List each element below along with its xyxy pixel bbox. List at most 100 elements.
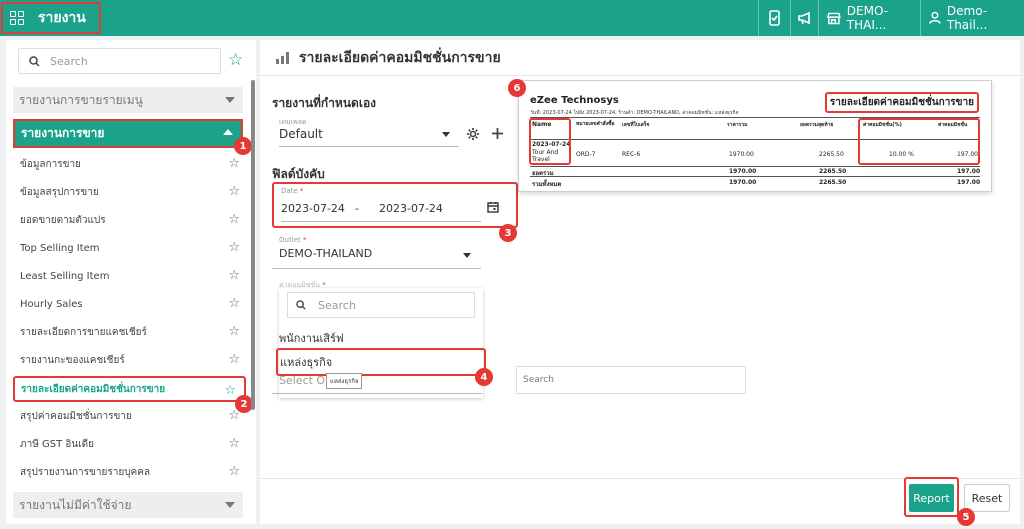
sidebar-item-cashier-sales[interactable]: รายละเอียดการขายแคชเชียร์ ☆ xyxy=(20,322,240,342)
sidebar-item-hourly-sales[interactable]: Hourly Sales ☆ xyxy=(20,294,240,314)
sidebar: Search ☆ รายงานการขายรายเมนู รายงานการขา… xyxy=(6,40,256,524)
sidebar-item-label: สรุปค่าคอมมิชชั่นการขาย xyxy=(20,410,132,422)
bar-chart-icon xyxy=(276,51,289,64)
page-title: รายงาน xyxy=(38,10,86,26)
preview-header: ราคารวม xyxy=(727,122,748,128)
outlet-select[interactable]: DEMO-THAILAND xyxy=(279,247,372,260)
sidebar-item-individual-sales[interactable]: สรุปรายงานการขายรายบุคคล ☆ xyxy=(20,462,240,482)
star-icon[interactable]: ☆ xyxy=(228,212,240,227)
sidebar-item-label: Hourly Sales xyxy=(20,298,83,310)
preview-cell: 2265.50 xyxy=(819,179,847,186)
mobile-button[interactable] xyxy=(758,0,790,36)
preview-title: รายละเอียดค่าคอมมิชชั่นการขาย xyxy=(824,92,979,113)
chevron-down-icon xyxy=(225,502,235,508)
favorite-star-icon[interactable]: ☆ xyxy=(228,50,243,70)
commission-dropdown: Search พนักงานเสิร์ฟ แหล่งธุรกิจ Select … xyxy=(276,288,486,398)
star-icon[interactable]: ☆ xyxy=(228,156,240,171)
preview-cell: 1970.00 xyxy=(729,179,757,186)
sidebar-item-commission-summary[interactable]: สรุปค่าคอมมิชชั่นการขาย ☆ xyxy=(20,406,240,426)
star-icon[interactable]: ☆ xyxy=(228,352,240,367)
dropdown-option-business-source[interactable]: แหล่งธุรกิจ xyxy=(276,348,486,376)
badge-1: 1 xyxy=(234,137,252,155)
preview-header: หมายเลขคำสั่งซื้อ xyxy=(576,121,615,127)
report-button[interactable]: Report xyxy=(909,484,954,512)
preview-cell: 197.00 xyxy=(957,168,981,175)
outlet-name: DEMO-THAI... xyxy=(846,4,889,32)
sidebar-item-label: รายละเอียดค่าคอมมิชชั่นการขาย xyxy=(21,383,166,395)
badge-5: 5 xyxy=(957,508,975,526)
star-icon[interactable]: ☆ xyxy=(228,184,240,199)
reset-button[interactable]: Reset xyxy=(964,484,1010,512)
star-icon[interactable]: ☆ xyxy=(228,324,240,339)
star-icon[interactable]: ☆ xyxy=(228,268,240,283)
dropdown-search-input[interactable]: Search xyxy=(287,292,475,318)
group-label: รายงานการขาย xyxy=(21,126,105,140)
sidebar-item-label: Least Selling Item xyxy=(20,270,110,282)
store-icon xyxy=(827,12,841,24)
chevron-down-icon xyxy=(442,132,450,137)
top-bar: รายงาน DEMO-THAI... Demo- Thail... xyxy=(0,0,1024,36)
group-menu-sales-report[interactable]: รายงานการขายรายเมนู xyxy=(13,87,243,113)
date-separator: - xyxy=(355,202,359,215)
star-icon[interactable]: ☆ xyxy=(228,240,240,255)
sidebar-item-label: Top Selling Item xyxy=(20,242,100,254)
search-icon xyxy=(29,55,40,67)
preview-cell: 2265.50 xyxy=(819,151,844,158)
sidebar-item-sales-by-variable[interactable]: ยอดขายตามตัวแปร ☆ xyxy=(20,210,240,230)
date-label: Date * xyxy=(281,187,304,195)
add-icon[interactable] xyxy=(491,127,504,140)
group-sales-report[interactable]: รายงานการขาย xyxy=(13,119,243,148)
sidebar-item-sales-data[interactable]: ข้อมูลการขาย ☆ xyxy=(20,154,240,174)
calendar-icon[interactable] xyxy=(487,201,499,213)
date-range-field[interactable]: Date * 2023-07-24 - 2023-07-24 xyxy=(272,182,518,228)
sidebar-item-top-selling[interactable]: Top Selling Item ☆ xyxy=(20,238,240,258)
group-label: รายงานการขายรายเมนู xyxy=(19,92,143,107)
sidebar-item-gst-india[interactable]: ภาษี GST อินเดีย ☆ xyxy=(20,434,240,454)
star-icon[interactable]: ☆ xyxy=(228,436,240,451)
sidebar-item-label: ข้อมูลการขาย xyxy=(20,158,81,170)
outlet-selector[interactable]: DEMO-THAI... xyxy=(818,0,920,36)
date-from[interactable]: 2023-07-24 xyxy=(281,202,345,215)
sidebar-search-input[interactable]: Search xyxy=(18,48,221,74)
sidebar-item-least-selling[interactable]: Least Selling Item ☆ xyxy=(20,266,240,286)
report-preview: eZee Technosys รายละเอียดค่าคอมมิชชั่นกา… xyxy=(518,80,992,192)
highlight-name-column xyxy=(529,118,571,165)
star-icon[interactable]: ☆ xyxy=(228,408,240,423)
grid-icon xyxy=(10,11,24,25)
app-menu-button[interactable]: รายงาน xyxy=(1,2,101,34)
sidebar-item-sales-summary[interactable]: ข้อมูลสรุปการขาย ☆ xyxy=(20,182,240,202)
announcement-button[interactable] xyxy=(790,0,818,36)
secondary-search-input[interactable]: Search xyxy=(516,366,746,394)
preview-cell: 1970.00 xyxy=(729,168,757,175)
main-header: รายละเอียดค่าคอมมิชชั่นการขาย xyxy=(260,40,1020,76)
highlight-commission-columns xyxy=(858,118,980,165)
star-icon[interactable]: ☆ xyxy=(224,383,236,398)
user-menu[interactable]: Demo- Thail... xyxy=(920,0,1024,36)
star-icon[interactable]: ☆ xyxy=(228,296,240,311)
sidebar-item-commission-detail[interactable]: รายละเอียดค่าคอมมิชชั่นการขาย ☆ xyxy=(13,376,246,402)
group-no-charge-report[interactable]: รายงานไม่มีค่าใช้จ่าย xyxy=(13,492,243,518)
mobile-icon xyxy=(769,10,780,26)
preview-header: เลขที่ใบเสร็จ xyxy=(622,122,650,128)
chevron-down-icon xyxy=(225,97,235,103)
group-label: รายงานไม่มีค่าใช้จ่าย xyxy=(19,497,132,512)
sidebar-item-label: รายละเอียดการขายแคชเชียร์ xyxy=(20,326,147,338)
gear-icon[interactable] xyxy=(466,127,480,141)
sidebar-item-cashier-shift[interactable]: รายงานกะของแคชเชียร์ ☆ xyxy=(20,350,240,370)
preview-header: ยอดรวมสุดท้าย xyxy=(800,122,834,128)
preview-cell: 197.00 xyxy=(957,179,981,186)
main-panel: รายละเอียดค่าคอมมิชชั่นการขาย รายงานที่ก… xyxy=(260,40,1020,526)
custom-report-heading: รายงานที่กำหนดเอง xyxy=(272,96,377,110)
dropdown-option-waiter[interactable]: พนักงานเสิร์ฟ xyxy=(279,326,483,350)
preview-grand-label: รวมทั้งหมด xyxy=(532,181,562,188)
preview-brand: eZee Technosys xyxy=(530,95,619,106)
report-title: รายละเอียดค่าคอมมิชชั่นการขาย xyxy=(299,49,501,66)
sidebar-scrollbar[interactable] xyxy=(251,80,255,410)
preview-cell: 1970.00 xyxy=(729,151,754,158)
date-to[interactable]: 2023-07-24 xyxy=(379,202,443,215)
badge-6: 6 xyxy=(508,79,526,97)
megaphone-icon xyxy=(797,11,810,25)
template-select[interactable]: Default xyxy=(279,127,323,141)
star-icon[interactable]: ☆ xyxy=(228,464,240,479)
sidebar-item-label: สรุปรายงานการขายรายบุคคล xyxy=(20,466,151,478)
